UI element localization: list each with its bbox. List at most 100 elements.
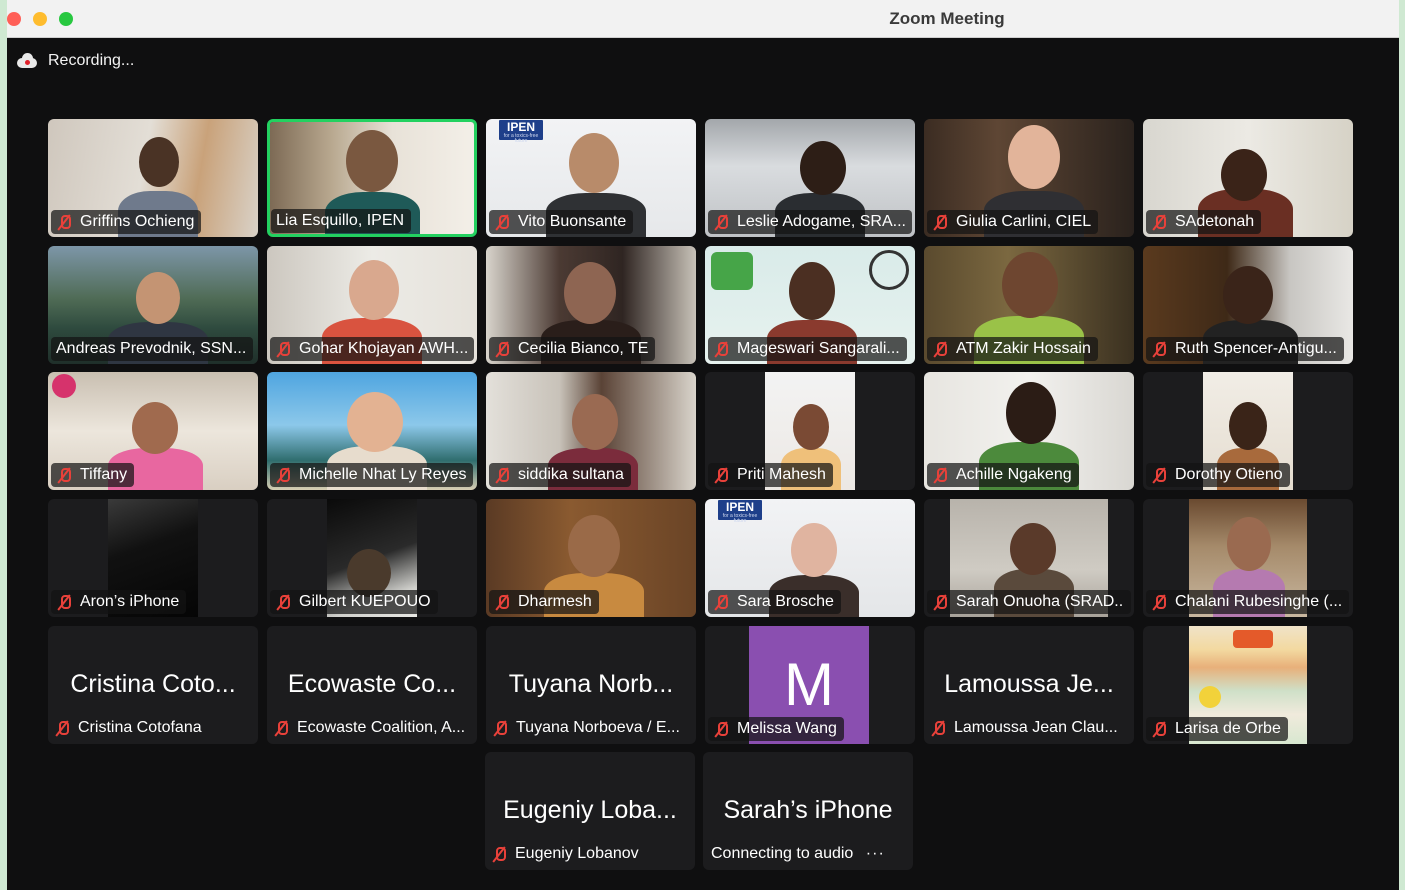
participant-name: Lia Esquillo, IPEN [276,212,405,229]
muted-mic-icon [1151,467,1167,483]
participant-tile[interactable]: Achille Ngakeng [924,372,1134,490]
participant-name: Dorothy Otieno [1175,466,1283,483]
participant-tile[interactable]: M Melissa Wang [705,626,915,744]
muted-mic-icon [932,341,948,357]
muted-mic-icon [494,594,510,610]
minimize-window-button[interactable] [33,12,47,26]
organization-seal [869,250,909,290]
participant-display-name: Lamoussa Je... [944,670,1114,698]
participant-tile[interactable]: Priti Mahesh [705,372,915,490]
muted-mic-icon [275,594,291,610]
participant-namebar: Griffins Ochieng [51,210,202,234]
participant-tile-active-speaker[interactable]: Lia Esquillo, IPEN [267,119,477,237]
muted-mic-icon [713,594,729,610]
ipen-logo: IPEN for a toxics-free future [718,500,762,524]
participant-namebar: Vito Buonsante [489,210,634,234]
participant-tile-video-off[interactable]: Tuyana Norb... Tuyana Norboeva / E... [486,626,696,744]
muted-mic-icon [932,594,948,610]
participant-tile[interactable]: Leslie Adogame, SRA... [705,119,915,237]
participant-name: siddika sultana [518,466,624,483]
participant-name: Leslie Adogame, SRA... [737,213,905,230]
participant-namebar: Ecowaste Coalition, A... [273,719,465,737]
participant-namebar: Ruth Spencer-Antigu... [1146,337,1344,361]
participant-name: Aron’s iPhone [80,593,180,610]
participant-display-name: Ecowaste Co... [287,670,457,698]
participant-namebar: Cecilia Bianco, TE [489,337,656,361]
muted-mic-icon [1151,214,1167,230]
participant-tile[interactable]: Gilbert KUEPOUO [267,499,477,617]
participant-namebar: Sarah Onuoha (SRAD... [927,590,1131,614]
participant-tile[interactable]: Tiffany [48,372,258,490]
muted-mic-icon [494,467,510,483]
muted-mic-icon [494,214,510,230]
participant-tile[interactable]: Ruth Spencer-Antigu... [1143,246,1353,364]
participant-name: Dharmesh [518,593,592,610]
muted-mic-icon [273,720,289,736]
participant-name: Ruth Spencer-Antigu... [1175,340,1337,357]
participant-name: Ecowaste Coalition, A... [297,719,466,736]
participant-namebar: SAdetonah [1146,210,1262,234]
participant-name: Sarah Onuoha (SRAD... [956,593,1124,610]
participant-tile[interactable]: Dorothy Otieno [1143,372,1353,490]
participant-name: Michelle Nhat Ly Reyes [299,466,467,483]
muted-mic-icon [713,341,729,357]
participant-namebar: Cristina Cotofana [54,719,202,737]
participant-namebar: Tiffany [51,463,135,487]
participant-tile[interactable]: Sarah Onuoha (SRAD... [924,499,1134,617]
muted-mic-icon [491,846,507,862]
participant-name: Giulia Carlini, CIEL [956,213,1092,230]
participant-display-name: Sarah’s iPhone [723,796,893,824]
muted-mic-icon [56,467,72,483]
participant-tile[interactable]: Griffins Ochieng [48,119,258,237]
participant-tile[interactable]: Mageswari Sangarali... [705,246,915,364]
participant-tile[interactable]: Larisa de Orbe [1143,626,1353,744]
participant-name: Tiffany [80,466,128,483]
participant-tile-video-off[interactable]: Cristina Coto... Cristina Cotofana [48,626,258,744]
participant-namebar: Eugeniy Lobanov [491,845,639,863]
participant-tile[interactable]: Chalani Rubesinghe (... [1143,499,1353,617]
muted-mic-icon [275,467,291,483]
participant-name: Melissa Wang [737,720,837,737]
participant-tile-video-off[interactable]: Ecowaste Co... Ecowaste Coalition, A... [267,626,477,744]
participant-tile[interactable]: siddika sultana [486,372,696,490]
recording-label: Recording... [48,52,135,69]
zoom-window-button[interactable] [59,12,73,26]
participant-name: Lamoussa Jean Clau... [954,719,1118,736]
participant-tile[interactable]: Gohar Khojayan AWH... [267,246,477,364]
participant-name: Sara Brosche [737,593,834,610]
zoom-window: Zoom Meeting Recording... Griffins Ochie… [7,0,1399,890]
participant-namebar: Dorothy Otieno [1146,463,1290,487]
close-window-button[interactable] [7,12,21,26]
participant-tile-video-off[interactable]: Sarah’s iPhone Connecting to audio ··· [703,752,913,870]
participant-tile[interactable]: Andreas Prevodnik, SSN... [48,246,258,364]
participant-tile[interactable]: Michelle Nhat Ly Reyes [267,372,477,490]
participant-name: Eugeniy Lobanov [515,845,639,862]
participant-namebar: Larisa de Orbe [1146,717,1288,741]
participant-tile[interactable]: IPEN for a toxics-free future Vito Buonsa… [486,119,696,237]
participant-namebar: ATM Zakir Hossain [927,337,1098,361]
participant-name: Cecilia Bianco, TE [518,340,649,357]
participant-tile[interactable]: ATM Zakir Hossain [924,246,1134,364]
more-options-icon[interactable]: ··· [866,845,885,863]
participant-tile[interactable]: Cecilia Bianco, TE [486,246,696,364]
participant-tile[interactable]: Giulia Carlini, CIEL [924,119,1134,237]
participant-tile-video-off[interactable]: Lamoussa Je... Lamoussa Jean Clau... [924,626,1134,744]
participant-tile-video-off[interactable]: Eugeniy Loba... Eugeniy Lobanov [485,752,695,870]
cloud-recording-icon [15,53,39,69]
participant-tile[interactable]: SAdetonah [1143,119,1353,237]
participant-namebar: Lamoussa Jean Clau... [930,719,1118,737]
recording-indicator[interactable]: Recording... [15,50,134,72]
participant-tile[interactable]: Aron’s iPhone [48,499,258,617]
participant-namebar: Achille Ngakeng [927,463,1079,487]
participant-namebar: Sara Brosche [708,590,841,614]
muted-mic-icon [713,721,729,737]
participant-name: Achille Ngakeng [956,466,1072,483]
participant-tile[interactable]: Dharmesh [486,499,696,617]
participant-name: Larisa de Orbe [1175,720,1281,737]
participant-display-name: Eugeniy Loba... [503,796,677,824]
participant-namebar: Dharmesh [489,590,599,614]
muted-mic-icon [1151,594,1167,610]
participant-name: Vito Buonsante [518,213,627,230]
participant-tile[interactable]: IPEN for a toxics-free future Sara Brosch… [705,499,915,617]
participant-namebar: Giulia Carlini, CIEL [927,210,1099,234]
